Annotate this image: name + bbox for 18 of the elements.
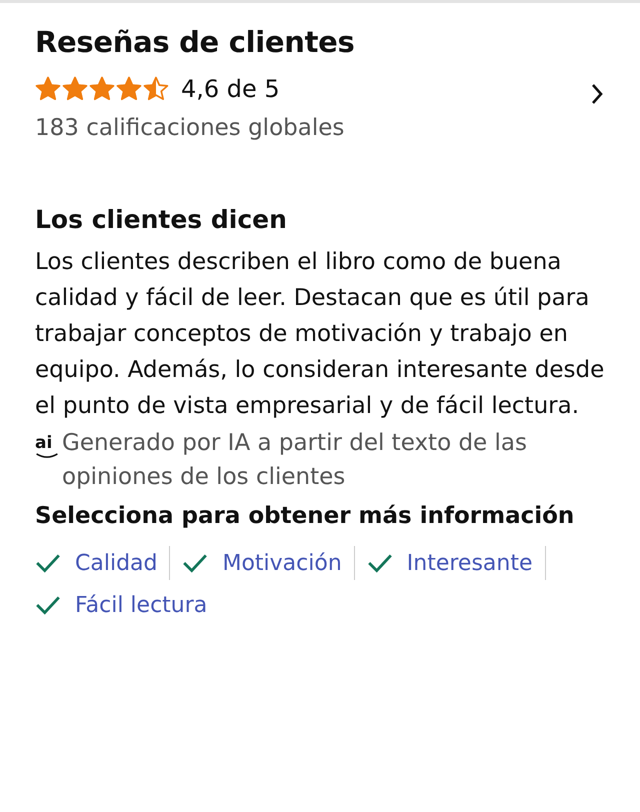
- rating-value: 4,6 de 5: [181, 75, 280, 103]
- ai-disclaimer: Generado por IA a partir del texto de las opiniones de los clientes: [62, 429, 528, 492]
- summary-heading: Los clientes dicen: [35, 205, 288, 234]
- star-icon: [116, 76, 142, 102]
- ai-badge: ai: [35, 434, 59, 459]
- star-icon: [89, 76, 115, 102]
- aspect-link[interactable]: Interesante: [366, 546, 533, 580]
- star-icon: [35, 76, 61, 102]
- chevron-right-icon[interactable]: [590, 82, 604, 106]
- aspect-link[interactable]: Calidad: [35, 546, 158, 580]
- ratings-count: 183 calificaciones globales: [35, 115, 346, 141]
- aspect-link[interactable]: Motivación: [182, 546, 342, 580]
- aspects-heading: Selecciona para obtener más información: [35, 502, 576, 531]
- summary-text: Los clientes describen el libro como de buena calidad y fácil de leer. Destacan que es útil para trabajar conceptos de motivación y trabajo en equipo. Además, lo consideran interesante desde el punto de vista empresarial y de fácil lectura.: [35, 248, 606, 421]
- section-title: Reseñas de clientes: [35, 25, 356, 59]
- star-icon: [143, 76, 169, 102]
- star-icon: [62, 76, 88, 102]
- aspect-link[interactable]: Fácil lectura: [35, 588, 208, 622]
